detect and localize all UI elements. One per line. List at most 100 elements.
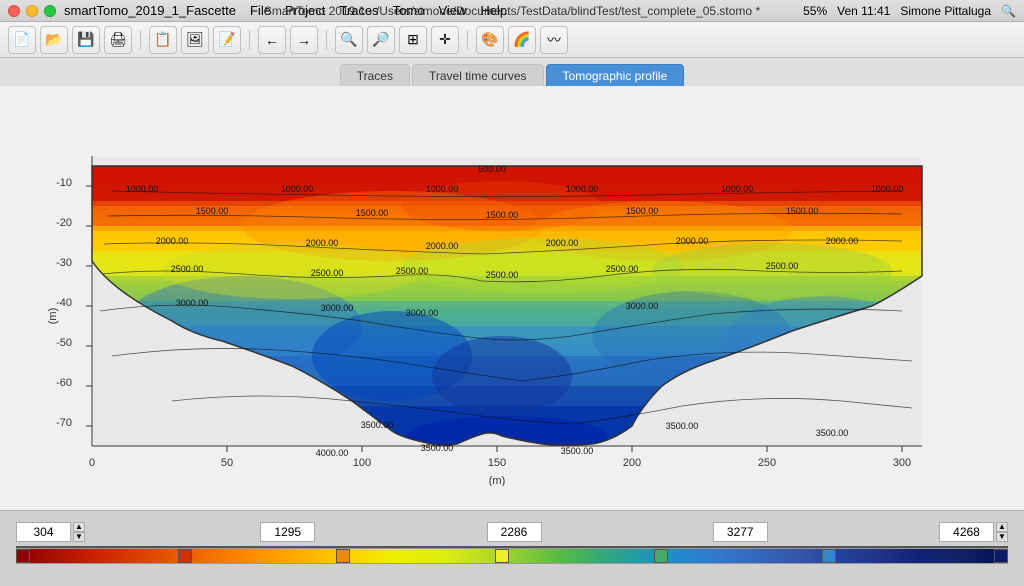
svg-text:3500.00: 3500.00 <box>561 446 594 456</box>
svg-text:-60: -60 <box>56 377 72 389</box>
svg-text:1000.00: 1000.00 <box>566 184 599 194</box>
close-button[interactable] <box>8 5 20 17</box>
svg-text:(m): (m) <box>47 308 59 325</box>
svg-text:2000.00: 2000.00 <box>826 236 859 246</box>
save-button[interactable]: 💾 <box>72 26 100 54</box>
export-pdf-button[interactable]: 📋 <box>149 26 177 54</box>
spin-up-1[interactable]: ▲ <box>73 522 85 532</box>
spin-up-5[interactable]: ▲ <box>996 522 1008 532</box>
svg-text:2500.00: 2500.00 <box>396 266 429 276</box>
app-title: SmartTomo 2019.1 - /Users/simone/Documen… <box>264 4 760 18</box>
color2-button[interactable]: 🌈 <box>508 26 536 54</box>
username: Simone Pittaluga <box>900 4 991 18</box>
traffic-lights <box>8 5 56 17</box>
svg-text:1000.00: 1000.00 <box>281 184 314 194</box>
new-button[interactable]: 📄 <box>8 26 36 54</box>
svg-text:1000.00: 1000.00 <box>721 184 754 194</box>
svg-text:2500.00: 2500.00 <box>486 270 519 280</box>
svg-text:1500.00: 1500.00 <box>356 208 389 218</box>
open-button[interactable]: 📂 <box>40 26 68 54</box>
toolbar-separator-3 <box>326 30 327 50</box>
svg-text:2000.00: 2000.00 <box>426 241 459 251</box>
color-marker-6[interactable] <box>822 549 836 563</box>
menu-bar: smartTomo_2019_1_Fascette File Project T… <box>0 0 1024 22</box>
svg-text:2500.00: 2500.00 <box>766 261 799 271</box>
svg-text:-20: -20 <box>56 217 72 229</box>
svg-text:2000.00: 2000.00 <box>546 238 579 248</box>
toolbar: 📄 📂 💾 🖨 📋 🖼 📝 ← → 🔍 🔎 ⊞ ✛ 🎨 🌈 〰 <box>0 22 1024 58</box>
svg-text:2000.00: 2000.00 <box>306 238 339 248</box>
svg-text:150: 150 <box>488 457 506 469</box>
svg-text:3500.00: 3500.00 <box>361 420 394 430</box>
crosshair-button[interactable]: ✛ <box>431 26 459 54</box>
export-text-button[interactable]: 📝 <box>213 26 241 54</box>
svg-text:2000.00: 2000.00 <box>676 236 709 246</box>
color-value-4[interactable]: 3277 <box>713 522 768 542</box>
svg-text:2500.00: 2500.00 <box>171 264 204 274</box>
svg-text:1500.00: 1500.00 <box>786 206 819 216</box>
gradient-bar-row <box>16 546 1008 576</box>
main-content: -10 -20 -30 -40 -50 -60 -70 (m) 0 50 100… <box>0 86 1024 536</box>
tab-bar: Traces Travel time curves Tomographic pr… <box>0 58 1024 86</box>
svg-text:3500.00: 3500.00 <box>816 428 849 438</box>
spin-down-5[interactable]: ▼ <box>996 532 1008 542</box>
print-button[interactable]: 🖨 <box>104 26 132 54</box>
gradient-bar[interactable] <box>16 548 1008 564</box>
spin-down-1[interactable]: ▼ <box>73 532 85 542</box>
svg-text:3500.00: 3500.00 <box>421 443 454 453</box>
svg-text:-10: -10 <box>56 177 72 189</box>
svg-text:1500.00: 1500.00 <box>196 206 229 216</box>
color-marker-7[interactable] <box>994 549 1008 563</box>
color-marker-4[interactable] <box>495 549 509 563</box>
back-button[interactable]: ← <box>258 26 286 54</box>
zoom-fit-button[interactable]: ⊞ <box>399 26 427 54</box>
color-value-5[interactable]: 4268 <box>939 522 994 542</box>
svg-text:200: 200 <box>623 457 641 469</box>
color-marker-1[interactable] <box>16 549 30 563</box>
tab-traces[interactable]: Traces <box>340 64 410 86</box>
svg-text:(m): (m) <box>489 475 506 486</box>
maximize-button[interactable] <box>44 5 56 17</box>
minimize-button[interactable] <box>26 5 38 17</box>
svg-text:4000.00: 4000.00 <box>316 448 349 458</box>
toolbar-separator-2 <box>249 30 250 50</box>
forward-button[interactable]: → <box>290 26 318 54</box>
svg-text:-70: -70 <box>56 417 72 429</box>
svg-text:250: 250 <box>758 457 776 469</box>
bottom-panel: 304 ▲ ▼ 1295 2286 3277 4268 ▲ ▼ <box>0 510 1024 586</box>
tab-tomographic[interactable]: Tomographic profile <box>546 64 685 86</box>
tab-traces-label: Traces <box>357 69 393 83</box>
search-icon[interactable]: 🔍 <box>1001 4 1016 18</box>
color-value-2[interactable]: 1295 <box>260 522 315 542</box>
svg-text:3000.00: 3000.00 <box>321 303 354 313</box>
color1-button[interactable]: 🎨 <box>476 26 504 54</box>
zoom-out-button[interactable]: 🔍 <box>335 26 363 54</box>
svg-text:-30: -30 <box>56 257 72 269</box>
export-img-button[interactable]: 🖼 <box>181 26 209 54</box>
color-marker-3[interactable] <box>336 549 350 563</box>
wave-button[interactable]: 〰 <box>540 26 568 54</box>
svg-text:1000.00: 1000.00 <box>126 184 159 194</box>
color-value-3[interactable]: 2286 <box>487 522 542 542</box>
svg-text:1000.00: 1000.00 <box>871 184 904 194</box>
svg-text:2500.00: 2500.00 <box>606 264 639 274</box>
svg-text:3000.00: 3000.00 <box>626 301 659 311</box>
svg-text:50: 50 <box>221 457 233 469</box>
tab-travel-time[interactable]: Travel time curves <box>412 64 544 86</box>
svg-text:300: 300 <box>893 457 911 469</box>
datetime: Ven 11:41 <box>837 4 890 18</box>
color-value-1[interactable]: 304 <box>16 522 71 542</box>
svg-text:2500.00: 2500.00 <box>311 268 344 278</box>
svg-text:3000.00: 3000.00 <box>176 298 209 308</box>
svg-text:2000.00: 2000.00 <box>156 236 189 246</box>
chart-area: -10 -20 -30 -40 -50 -60 -70 (m) 0 50 100… <box>42 96 982 486</box>
svg-text:3500.00: 3500.00 <box>666 421 699 431</box>
menu-bar-right: 55% Ven 11:41 Simone Pittaluga 🔍 <box>803 4 1016 18</box>
svg-text:3000.00: 3000.00 <box>406 308 439 318</box>
zoom-in-button[interactable]: 🔎 <box>367 26 395 54</box>
menu-smarttomo[interactable]: smartTomo_2019_1_Fascette <box>64 3 236 18</box>
svg-text:100: 100 <box>353 457 371 469</box>
color-marker-2[interactable] <box>178 549 192 563</box>
toolbar-separator-1 <box>140 30 141 50</box>
color-marker-5[interactable] <box>654 549 668 563</box>
